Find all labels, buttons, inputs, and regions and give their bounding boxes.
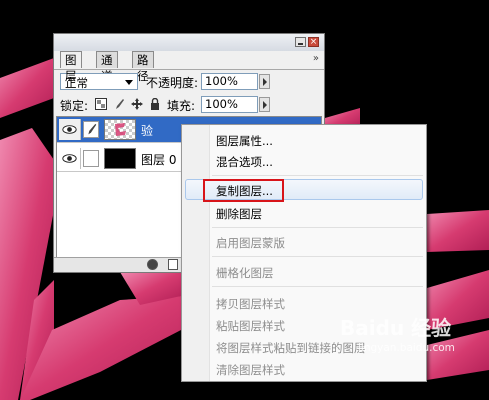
layer-thumbnail (104, 148, 136, 169)
eye-visibility-icon[interactable] (59, 119, 81, 140)
lock-transparency-icon[interactable] (95, 98, 107, 110)
lock-all-icon[interactable] (149, 98, 161, 110)
menu-separator (212, 256, 423, 257)
fill-input[interactable]: 100% (201, 96, 258, 113)
menu-item-blending-options[interactable]: 混合选项... (216, 154, 273, 170)
chevron-down-icon (125, 80, 133, 85)
tab-paths[interactable]: 路径 (132, 51, 154, 83)
minimize-icon[interactable] (295, 37, 306, 47)
tab-layers[interactable]: 图层 (60, 51, 82, 83)
menu-separator (212, 175, 423, 176)
menu-item-paste-layer-style[interactable]: 粘贴图层样式 (216, 318, 285, 334)
menu-item-paste-style-to-linked[interactable]: 将图层样式粘贴到链接的图层 (216, 340, 366, 356)
eye-visibility-icon[interactable] (59, 148, 81, 169)
watermark-logo: Baidu 经验 (340, 316, 452, 340)
menu-separator (212, 227, 423, 228)
watermark-url: jingyan.baidu.com (358, 342, 455, 354)
opacity-input[interactable]: 100% (201, 73, 258, 90)
new-layer-icon[interactable] (168, 259, 178, 270)
opacity-label: 不透明度: (146, 76, 199, 90)
fill-label: 填充: (167, 99, 196, 113)
close-icon[interactable]: × (308, 37, 319, 47)
blend-row: 正常 不透明度: 100% (54, 69, 324, 92)
brush-icon (83, 121, 99, 138)
menu-item-clear-layer-style[interactable]: 清除图层样式 (216, 362, 285, 378)
layer-name: 验 (141, 124, 154, 138)
panel-menu-icon[interactable]: » (313, 53, 319, 64)
fill-slider-arrow-icon[interactable] (259, 97, 270, 112)
layer-thumbnail (104, 119, 136, 140)
layer-link-box (83, 150, 99, 167)
menu-item-layer-properties[interactable]: 图层属性... (216, 133, 273, 149)
opacity-slider-arrow-icon[interactable] (259, 74, 270, 89)
menu-gutter (182, 125, 210, 381)
adjustment-layer-icon[interactable] (147, 259, 158, 270)
menu-item-delete-layer[interactable]: 删除图层 (216, 206, 262, 222)
text-glyph-icon (115, 123, 126, 136)
layer-name: 图层 0 (141, 153, 177, 167)
lock-label: 锁定: (60, 99, 89, 113)
lock-pixels-brush-icon[interactable] (113, 98, 125, 110)
menu-separator (212, 286, 423, 287)
panel-titlebar[interactable]: × (54, 34, 324, 51)
menu-item-enable-layer-mask[interactable]: 启用图层蒙版 (216, 235, 285, 251)
lock-row: 锁定: 填充: 100% (54, 93, 324, 115)
menu-item-copy-layer-style[interactable]: 拷贝图层样式 (216, 296, 285, 312)
tab-channels[interactable]: 通道 (96, 51, 118, 83)
annotation-highlight-box (203, 179, 284, 202)
lock-position-move-icon[interactable] (131, 98, 143, 110)
menu-item-rasterize-layer[interactable]: 栅格化图层 (216, 265, 274, 281)
